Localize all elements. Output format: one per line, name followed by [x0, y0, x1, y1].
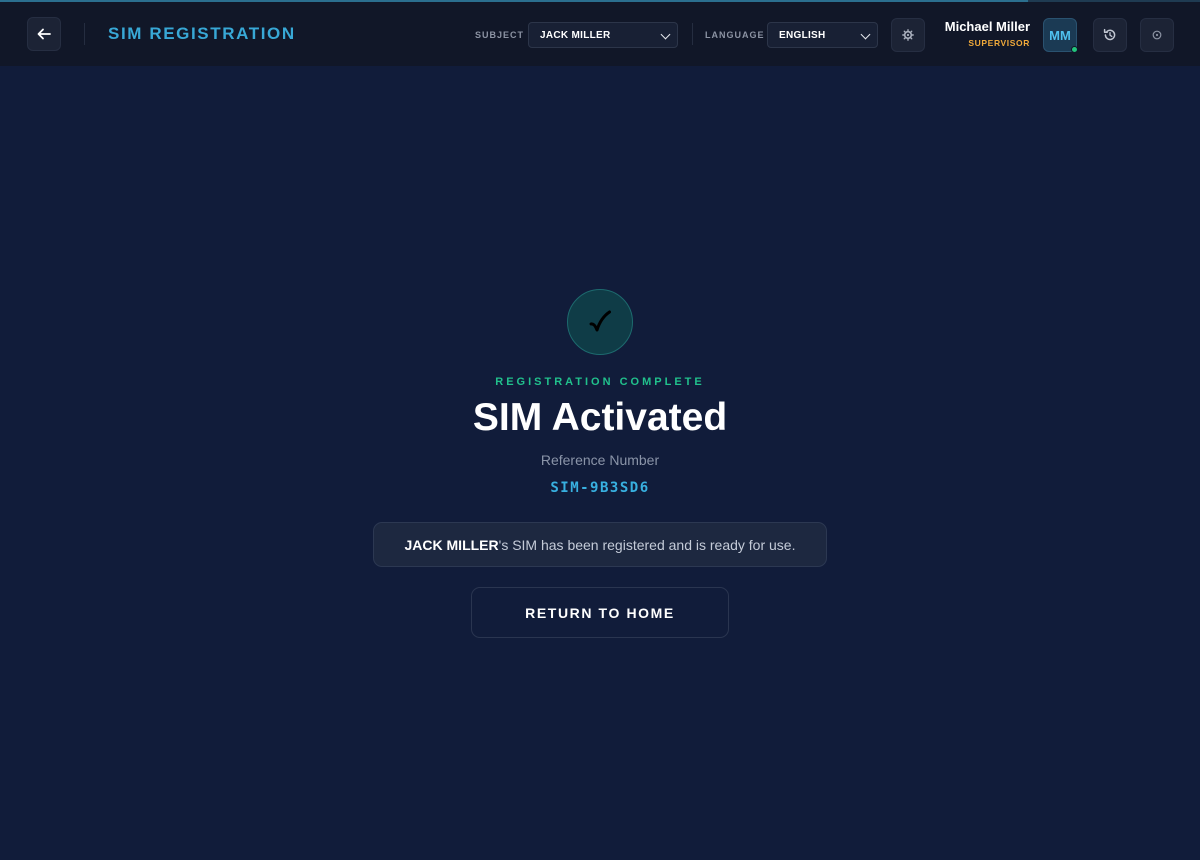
confirmation-message: JACK MILLER's SIM has been registered an…: [373, 522, 827, 567]
language-label: LANGUAGE: [705, 30, 765, 40]
online-status-dot: [1071, 46, 1078, 53]
return-home-label: RETURN TO HOME: [525, 604, 675, 621]
settings-button[interactable]: [891, 18, 925, 52]
power-icon: [1152, 30, 1162, 40]
confirmation-text: 's SIM has been registered and is ready …: [498, 536, 796, 553]
return-home-button[interactable]: RETURN TO HOME: [471, 587, 729, 638]
chevron-down-icon: [660, 29, 671, 40]
top-bar: SIM REGISTRATION SUBJECT JACK MILLER LAN…: [0, 0, 1200, 66]
page-title: SIM REGISTRATION: [108, 24, 296, 43]
history-button[interactable]: [1093, 18, 1127, 52]
status-eyebrow: REGISTRATION COMPLETE: [495, 376, 705, 388]
arrow-left-icon: [37, 28, 51, 40]
gear-icon: [902, 29, 914, 41]
user-role: SUPERVISOR: [968, 38, 1030, 48]
headline: SIM Activated: [472, 396, 728, 439]
subject-value: JACK MILLER: [540, 29, 611, 41]
header-divider: [84, 23, 85, 45]
reference-label: Reference Number: [540, 452, 660, 468]
history-icon: [1103, 28, 1116, 41]
user-name: Michael Miller: [944, 19, 1030, 34]
checkmark-icon: [589, 310, 611, 332]
subject-name: JACK MILLER: [404, 536, 499, 553]
chevron-down-icon: [860, 29, 871, 40]
subject-label: SUBJECT: [475, 30, 525, 40]
back-button[interactable]: [27, 17, 61, 51]
reference-number: SIM-9B3SD6: [550, 480, 650, 496]
header-divider: [692, 23, 693, 45]
language-select[interactable]: ENGLISH: [767, 22, 878, 48]
success-badge: [567, 289, 633, 355]
power-button[interactable]: [1140, 18, 1174, 52]
avatar-initials: MM: [1049, 27, 1071, 43]
language-value: ENGLISH: [779, 29, 826, 41]
progress-line: [0, 0, 1028, 2]
subject-select[interactable]: JACK MILLER: [528, 22, 678, 48]
